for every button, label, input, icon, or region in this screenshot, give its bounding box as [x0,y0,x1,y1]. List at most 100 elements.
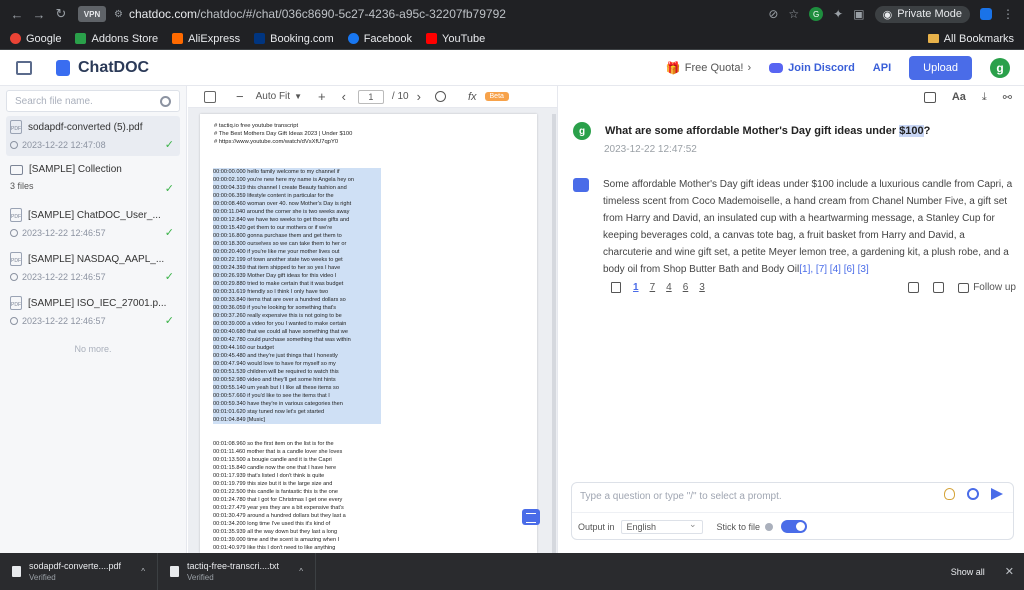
zoom-in-button[interactable]: + [318,89,326,104]
chevron-up-icon[interactable]: ^ [299,567,303,576]
highlighted-line: 00:01:01.620 stay tuned now let's get st… [213,408,381,416]
url-path: /chatdoc/#/chat/036c8690-5c27-4236-a95c-… [197,7,506,21]
question-highlight: $100 [899,125,924,137]
address-bar[interactable]: ⚙ chatdoc.com /chatdoc/#/chat/036c8690-5… [114,7,506,21]
download-item[interactable]: tactiq-free-transcri....txt Verified ^ [158,553,316,590]
google-icon [10,33,21,44]
all-bookmarks[interactable]: All Bookmarks [927,33,1014,45]
page-number-input[interactable]: 1 [357,89,384,104]
menu-dots-icon[interactable]: ⋮ [1002,7,1014,21]
back-arrow-icon[interactable]: ← [6,7,28,22]
bookmark-aliexpress[interactable]: AliExpress [172,33,240,45]
transcript-line: 00:01:15.840 candle now the one that I h… [213,465,337,471]
site-info-icon[interactable]: ⚙ [114,9,123,20]
user-avatar[interactable]: g [990,57,1010,78]
question-text-end: ? [923,125,931,137]
bookmark-addons-store[interactable]: Addons Store [75,33,158,45]
answer-actions: 1 7 4 6 3 Follow up [611,282,1016,293]
join-discord-link[interactable]: Join Discord [769,62,855,74]
file-icon [12,566,21,577]
prev-page-button[interactable]: ‹ [342,89,346,104]
show-all-button[interactable]: Show all [951,567,985,577]
extension-grammarly-icon[interactable]: G [809,7,824,21]
answer-citations[interactable]: [1], [7] [4] [6] [3] [799,264,868,275]
highlighted-line: 00:00:24.359 that item shipped to her so… [213,264,381,272]
language-select[interactable]: English [620,518,703,534]
download-icon[interactable]: ⤓ [982,91,987,104]
search-icon[interactable] [160,95,171,107]
eye-off-icon[interactable]: ⊘ [768,7,778,21]
highlighted-line: 00:00:55.140 um yeah but I I like all th… [213,384,381,392]
highlighted-line: 00:00:04.319 this channel I create Beaut… [213,184,381,192]
file-icon [170,566,179,577]
font-size-icon[interactable]: Aa [952,91,966,103]
document-page[interactable]: # tactiq.io free youtube transcript # The… [200,114,537,553]
settings-gear-icon[interactable] [967,488,979,500]
next-page-button[interactable]: › [417,89,421,104]
source-page-link[interactable]: 1 [633,282,639,293]
chat-bubble-icon[interactable] [522,509,540,525]
highlighted-line: 00:00:12.840 we have two weeks to get th… [213,216,381,224]
book-icon[interactable] [923,91,936,103]
bookmark-youtube[interactable]: YouTube [426,33,485,45]
file-item[interactable]: PDF [SAMPLE] NASDAQ_AAPL_... 2023-12-22 1… [6,248,180,288]
zoom-select[interactable]: Auto Fit [256,91,290,102]
stick-to-file-toggle[interactable] [781,520,808,533]
folder-icon [10,164,23,175]
question-input[interactable]: Type a question or type "/" to select a … [571,482,1014,540]
share-icon[interactable]: ⚯ [1003,91,1012,104]
bookmark-facebook[interactable]: Facebook [347,32,413,45]
answer-message: Some affordable Mother's Day gift ideas … [573,176,1013,278]
download-item[interactable]: sodapdf-converte....pdf Verified ^ [0,553,158,590]
source-page-link[interactable]: 6 [683,282,689,293]
file-item[interactable]: PDF [SAMPLE] ChatDOC_User_... 2023-12-22 … [6,204,180,244]
viewer-scrollbar[interactable] [552,114,556,553]
source-book-icon[interactable] [611,282,621,293]
private-mode-badge[interactable]: ◉ Private Mode [874,5,970,23]
free-quota-link[interactable]: 🎁 Free Quota! › [666,61,751,75]
forward-arrow-icon[interactable]: → [28,7,50,22]
highlighted-line: 00:00:20.400 if you're like me your moth… [213,248,381,256]
lightbulb-icon[interactable] [944,488,955,500]
bookmark-label: Facebook [363,32,413,45]
send-icon[interactable] [991,488,1003,500]
document-outline-icon[interactable] [204,90,216,103]
source-page-link[interactable]: 4 [666,282,672,293]
collapse-sidebar-icon[interactable] [16,60,32,75]
thumbs-up-icon[interactable] [908,282,920,293]
vpn-badge[interactable]: VPN [78,6,106,22]
zoom-out-button[interactable]: − [236,89,244,104]
file-name: sodapdf-converted (5).pdf [28,121,143,133]
info-icon[interactable] [765,522,774,531]
thumbs-down-icon[interactable] [933,282,945,293]
source-page-link[interactable]: 7 [650,282,656,293]
search-input[interactable]: Search file name. [6,90,180,112]
close-icon[interactable]: ✕ [1005,565,1014,578]
reload-icon[interactable]: ↻ [50,6,72,22]
check-icon: ✓ [164,139,174,151]
api-link[interactable]: API [873,62,891,74]
facebook-icon [347,33,359,44]
collection-item[interactable]: [SAMPLE] Collection 3 files ✓ [6,160,180,200]
download-name: tactiq-free-transcri....txt [187,561,280,571]
file-item[interactable]: PDF [SAMPLE] ISO_IEC_27001.p... 2023-12-2… [6,292,180,332]
search-document-icon[interactable] [434,91,446,102]
chat-toolbar: Aa ⤓ ⚯ [559,86,1024,108]
upload-button[interactable]: Upload [909,55,972,80]
caret-down-icon[interactable]: ▼ [294,92,302,101]
puzzle-icon[interactable]: ✦ [833,7,843,21]
highlighted-line: 00:00:26.939 Mother Day gift ideas for t… [213,272,381,280]
page-total: / 10 [391,91,409,102]
file-item[interactable]: PDF sodapdf-converted (5).pdf 2023-12-22 … [6,116,180,156]
sidebar-icon[interactable]: ▣ [853,7,864,21]
source-page-link[interactable]: 3 [699,282,705,293]
profile-shield-icon[interactable] [980,8,992,20]
chevron-up-icon[interactable]: ^ [141,567,145,576]
app-name: ChatDOC [78,58,150,76]
follow-up-button[interactable]: Follow up [958,282,1016,293]
bookmark-booking[interactable]: Booking.com [254,33,334,45]
formula-icon[interactable]: fx [468,91,477,103]
star-icon[interactable]: ☆ [788,7,799,21]
bookmark-google[interactable]: Google [10,33,61,45]
logo[interactable]: ChatDOC [56,59,149,77]
